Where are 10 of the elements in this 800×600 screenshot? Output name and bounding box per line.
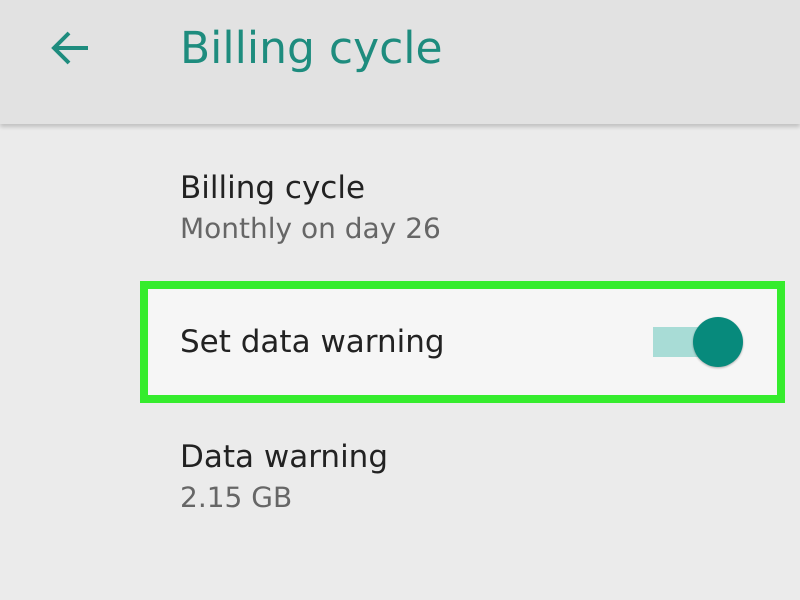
setting-value: 2.15 GB: [180, 481, 294, 514]
highlighted-setting[interactable]: Set data warning: [140, 281, 785, 403]
screen-title: Billing cycle: [180, 22, 443, 74]
setting-value: Monthly on day 26: [180, 212, 442, 245]
setting-row[interactable]: Data warning 2.15 GB: [140, 439, 785, 514]
setting-title: Billing cycle: [180, 170, 366, 206]
setting-title: Set data warning: [180, 324, 446, 360]
back-arrow-icon[interactable]: [50, 30, 90, 66]
setting-title: Data warning: [180, 439, 390, 475]
setting-row[interactable]: Billing cycle Monthly on day 26: [140, 170, 785, 245]
